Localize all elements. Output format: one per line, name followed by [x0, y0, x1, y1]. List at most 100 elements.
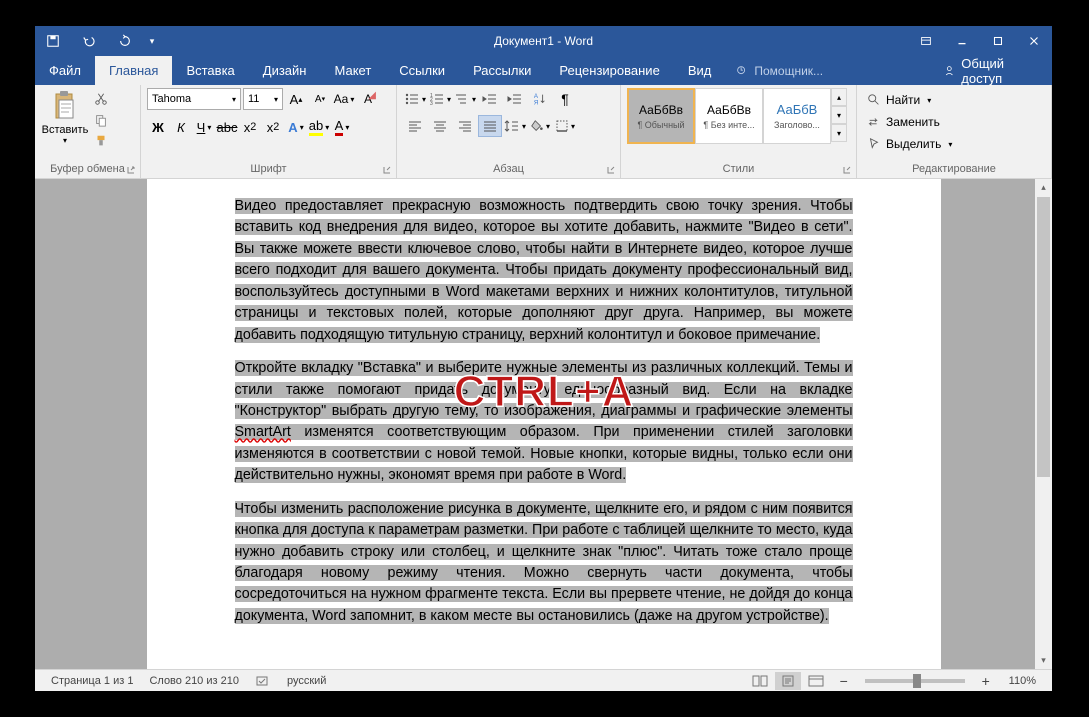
- word-app-window: ▾ Документ1 - Word Файл Главная Вставка …: [35, 26, 1052, 691]
- tab-home[interactable]: Главная: [95, 56, 172, 85]
- print-layout-button[interactable]: [775, 672, 801, 690]
- zoom-out-button[interactable]: −: [831, 672, 857, 690]
- save-button[interactable]: [35, 26, 71, 56]
- tab-review[interactable]: Рецензирование: [545, 56, 673, 85]
- language-indicator[interactable]: русский: [279, 675, 334, 687]
- title-bar: ▾ Документ1 - Word: [35, 26, 1052, 56]
- tab-layout[interactable]: Макет: [320, 56, 385, 85]
- find-button[interactable]: Найти▾: [863, 90, 956, 110]
- change-case-button[interactable]: Aa▾: [333, 88, 355, 110]
- dialog-launcher-icon[interactable]: [126, 165, 136, 175]
- superscript-button[interactable]: x2: [262, 116, 284, 138]
- clipboard-icon: [49, 88, 81, 126]
- bold-button[interactable]: Ж: [147, 116, 169, 138]
- select-button[interactable]: Выделить▾: [863, 134, 956, 154]
- shading-button[interactable]: ▾: [528, 115, 552, 137]
- font-color-button[interactable]: A▾: [331, 116, 353, 138]
- tab-file[interactable]: Файл: [35, 56, 95, 85]
- editing-group-label: Редактирование: [912, 163, 996, 175]
- page-indicator[interactable]: Страница 1 из 1: [43, 675, 141, 687]
- document-body[interactable]: Видео предоставляет прекрасную возможнос…: [235, 196, 853, 627]
- replace-icon: [867, 115, 881, 129]
- scrollbar-thumb[interactable]: [1037, 197, 1050, 477]
- undo-button[interactable]: [71, 26, 107, 56]
- align-left-button[interactable]: [403, 115, 427, 137]
- underline-button[interactable]: Ч▾: [193, 116, 215, 138]
- close-button[interactable]: [1016, 26, 1052, 56]
- copy-button[interactable]: [91, 111, 111, 129]
- font-size-combobox[interactable]: 11▾: [243, 88, 283, 110]
- document-page[interactable]: Видео предоставляет прекрасную возможнос…: [147, 179, 941, 669]
- justify-button[interactable]: [478, 115, 502, 137]
- window-title: Документ1 - Word: [494, 34, 593, 48]
- read-mode-button[interactable]: [747, 672, 773, 690]
- zoom-in-button[interactable]: +: [973, 672, 999, 690]
- zoom-slider[interactable]: [865, 679, 965, 683]
- show-marks-button[interactable]: ¶: [553, 88, 577, 110]
- svg-text:3: 3: [430, 101, 433, 106]
- styles-gallery-scroll[interactable]: ▴▾▾: [831, 88, 847, 144]
- line-spacing-button[interactable]: ▾: [503, 115, 527, 137]
- strikethrough-button[interactable]: abc: [216, 116, 238, 138]
- qat-customize-button[interactable]: ▾: [143, 26, 161, 56]
- ribbon-tabs: Файл Главная Вставка Дизайн Макет Ссылки…: [35, 56, 1052, 85]
- paragraph-1: Видео предоставляет прекрасную возможнос…: [235, 198, 853, 343]
- web-layout-button[interactable]: [803, 672, 829, 690]
- scroll-up-button[interactable]: ▴: [1035, 179, 1052, 196]
- paragraph-2a: Откройте вкладку "Вставка" и выберите ну…: [235, 360, 853, 419]
- dialog-launcher-icon[interactable]: [382, 165, 392, 175]
- ribbon-display-button[interactable]: [908, 26, 944, 56]
- spellcheck-icon[interactable]: [247, 674, 279, 688]
- multilevel-list-button[interactable]: ▾: [453, 88, 477, 110]
- tab-view[interactable]: Вид: [674, 56, 726, 85]
- style-no-spacing[interactable]: АаБбВв ¶ Без инте...: [695, 88, 763, 144]
- minimize-button[interactable]: [944, 26, 980, 56]
- align-center-button[interactable]: [428, 115, 452, 137]
- increase-indent-button[interactable]: [503, 88, 527, 110]
- decrease-indent-button[interactable]: [478, 88, 502, 110]
- tab-references[interactable]: Ссылки: [385, 56, 459, 85]
- redo-button[interactable]: [107, 26, 143, 56]
- smartart-word: SmartArt: [235, 424, 291, 440]
- bullets-button[interactable]: ▾: [403, 88, 427, 110]
- tell-me-search[interactable]: Помощник...: [725, 64, 843, 78]
- paste-label: Вставить: [42, 124, 89, 136]
- replace-button[interactable]: Заменить: [863, 112, 956, 132]
- tab-design[interactable]: Дизайн: [249, 56, 321, 85]
- cut-button[interactable]: [91, 90, 111, 108]
- document-area[interactable]: Видео предоставляет прекрасную возможнос…: [35, 179, 1052, 669]
- tab-mailings[interactable]: Рассылки: [459, 56, 545, 85]
- vertical-scrollbar[interactable]: ▴ ▾: [1035, 179, 1052, 669]
- sort-button[interactable]: AЯ: [528, 88, 552, 110]
- clear-formatting-button[interactable]: A◢: [357, 88, 379, 110]
- grow-font-button[interactable]: A▴: [285, 88, 307, 110]
- zoom-slider-knob[interactable]: [913, 674, 921, 688]
- word-count[interactable]: Слово 210 из 210: [141, 675, 247, 687]
- subscript-button[interactable]: x2: [239, 116, 261, 138]
- tab-insert[interactable]: Вставка: [172, 56, 248, 85]
- dialog-launcher-icon[interactable]: [842, 165, 852, 175]
- font-name-combobox[interactable]: Tahoma▾: [147, 88, 241, 110]
- maximize-button[interactable]: [980, 26, 1016, 56]
- clipboard-group-label: Буфер обмена: [50, 163, 125, 175]
- text-effects-button[interactable]: A▾: [285, 116, 307, 138]
- ribbon-group-clipboard: Вставить ▾ Буфер обмена: [35, 85, 141, 178]
- italic-button[interactable]: К: [170, 116, 192, 138]
- style-heading1[interactable]: АаБбВ Заголово...: [763, 88, 831, 144]
- zoom-percentage[interactable]: 110%: [1001, 675, 1044, 687]
- scroll-down-button[interactable]: ▾: [1035, 652, 1052, 669]
- numbering-button[interactable]: 123▾: [428, 88, 452, 110]
- shrink-font-button[interactable]: A▾: [309, 88, 331, 110]
- borders-button[interactable]: ▾: [553, 115, 577, 137]
- format-painter-button[interactable]: [91, 132, 111, 150]
- dialog-launcher-icon[interactable]: [606, 165, 616, 175]
- style-normal[interactable]: АаБбВв ¶ Обычный: [627, 88, 695, 144]
- paste-button[interactable]: Вставить ▾: [41, 88, 89, 145]
- highlight-button[interactable]: ab▾: [308, 116, 330, 138]
- share-label: Общий доступ: [961, 56, 1040, 86]
- share-button[interactable]: Общий доступ: [931, 56, 1052, 86]
- user-account[interactable]: ⠀⠀⠀⠀⠀: [843, 63, 931, 79]
- align-right-button[interactable]: [453, 115, 477, 137]
- ribbon-group-paragraph: ▾ 123▾ ▾ AЯ ¶ ▾ ▾ ▾ Абза: [397, 85, 621, 178]
- paragraph-group-label: Абзац: [493, 163, 524, 175]
